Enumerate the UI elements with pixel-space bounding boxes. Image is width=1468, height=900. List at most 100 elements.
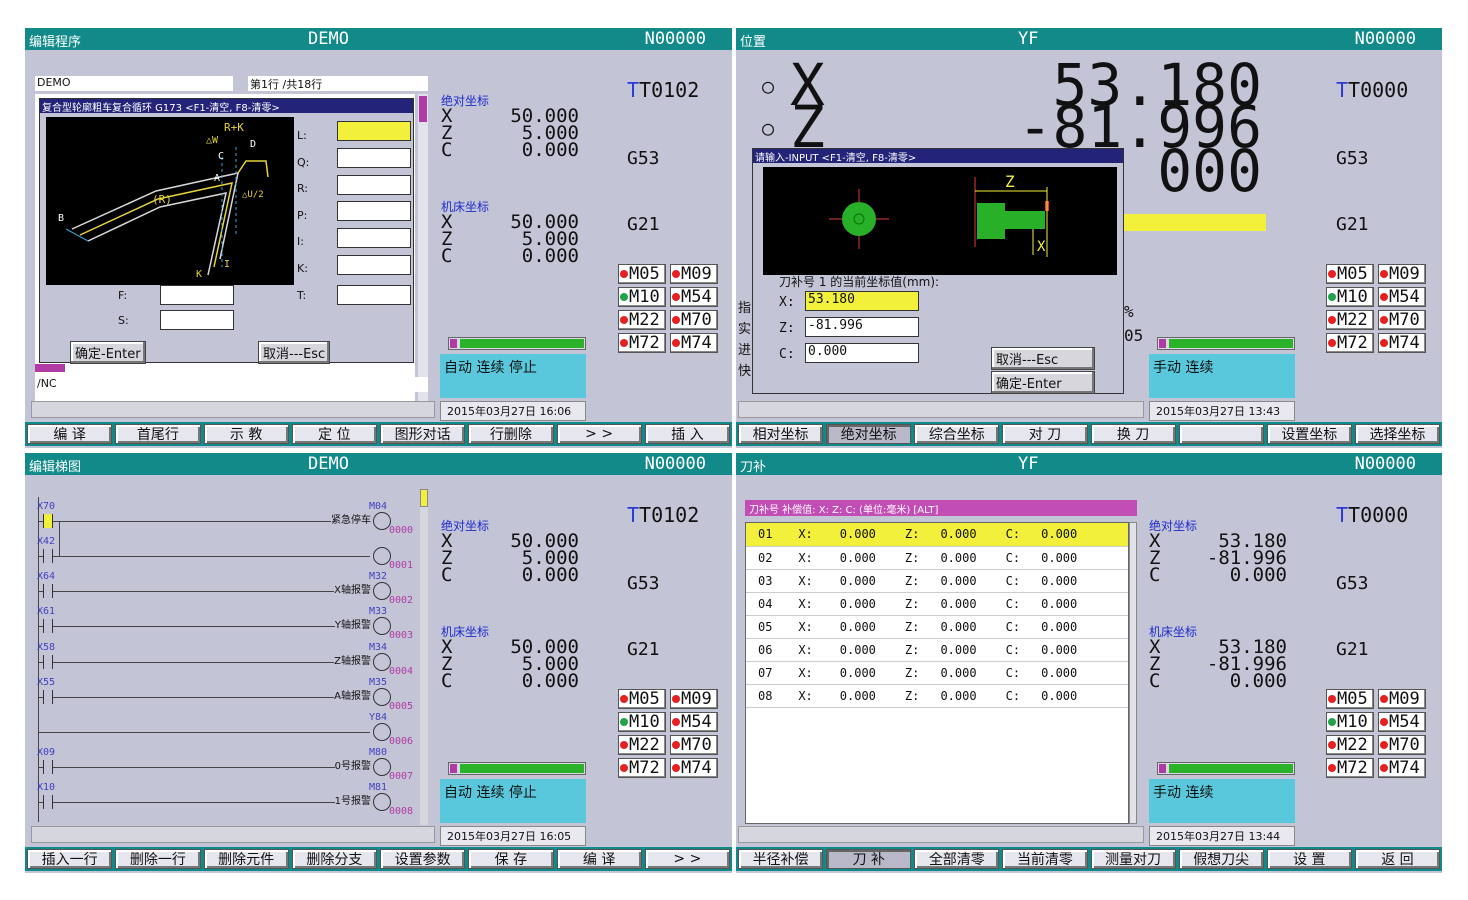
softkey-head-tail[interactable]: 首尾行 [115,424,201,444]
ladder-rung[interactable]: Y84 0006 [35,712,431,747]
table-cell: 0.000 [1041,642,1078,657]
softkey-delete-line[interactable]: 行删除 [468,424,554,444]
g-code-1: G53 [627,573,660,594]
m-code: M72 [618,333,666,353]
table-scrollbar[interactable] [1129,522,1137,824]
ladder-area[interactable]: X70 M04 紧急停车 0000 X42 0001 X64 M32 X轴报警 0002 X61 M3… [35,489,431,825]
speed-input[interactable] [160,310,234,330]
feed-input[interactable] [160,285,234,305]
softkey-teach[interactable]: 示 教 [203,424,289,444]
table-row[interactable]: 08 X: 0.000 Z: 0.000 C: 0.000 [746,684,1128,707]
screen-title: 位置 [740,35,767,50]
editor-hscroll[interactable] [35,364,65,372]
feed-label: F: [118,289,128,302]
softkey-tool-change[interactable]: 换 刀 [1090,424,1176,444]
softkey-locate[interactable]: 定 位 [291,424,377,444]
softkey-insert-row[interactable]: 插入一行 [27,849,113,869]
cancel-button[interactable]: 取消---Esc [991,347,1095,370]
param-i-input[interactable] [337,228,411,248]
dialog-title: 复合型轮廓粗车复合循环 G173 <F1-清空, F8-清零> [40,99,413,114]
param-k-input[interactable] [337,255,411,275]
softkey-return[interactable]: 返 回 [1354,849,1440,869]
softkey-tool-offset[interactable]: 刀 补 [826,849,912,869]
ladder-rung[interactable]: X42 0001 [35,536,431,571]
param-q-input[interactable] [337,148,411,168]
rung-wire [38,662,370,663]
editor-scrollbar[interactable] [418,94,428,402]
table-cell: C: [1005,642,1021,657]
x-offset-input[interactable]: 53.180 [805,291,919,311]
z-offset-input[interactable]: -81.996 [805,317,919,337]
softkey-delete-branch[interactable]: 删除分支 [291,849,377,869]
param-r-input[interactable] [337,175,411,195]
softkey-empty[interactable] [1178,424,1264,444]
file-name-field[interactable]: DEMO [35,76,233,91]
softkey-next[interactable]: > > [644,849,730,869]
ladder-rung[interactable]: X61 M33 Y轴报警 0003 [35,606,431,641]
feed-override-bar [1122,214,1266,231]
softkey-combined-coords[interactable]: 综合坐标 [914,424,1000,444]
param-l-input[interactable] [337,121,411,141]
softkey-next[interactable]: > > [556,424,642,444]
softkey-radius-comp[interactable]: 半径补偿 [738,849,824,869]
ladder-rung[interactable]: X70 M04 紧急停车 0000 [35,501,431,536]
softkey-set-params[interactable]: 设置参数 [380,849,466,869]
fig-label-u: △U/2 [242,190,264,200]
softkey-clear-all[interactable]: 全部清零 [914,849,1000,869]
softkey-relative-coords[interactable]: 相对坐标 [738,424,824,444]
table-cell: 0.000 [1041,596,1078,611]
ladder-rung[interactable]: X10 M81 1号报警 0008 [35,782,431,817]
softkey-save[interactable]: 保 存 [468,849,554,869]
softkey-select-coords[interactable]: 选择坐标 [1354,424,1440,444]
c-offset-input[interactable]: 0.000 [805,343,919,363]
softkey-compile[interactable]: 编 译 [27,424,113,444]
table-row[interactable]: 02 X: 0.000 Z: 0.000 C: 0.000 [746,546,1128,569]
rung-number: 0002 [389,595,414,606]
softkey-measure-tool[interactable]: 测量对刀 [1090,849,1176,869]
softkey-graphic-dialog[interactable]: 图形对话 [380,424,466,444]
table-row[interactable]: 06 X: 0.000 Z: 0.000 C: 0.000 [746,638,1128,661]
softkey-absolute-coords[interactable]: 绝对坐标 [826,424,912,444]
param-label: P: [297,208,308,222]
table-row[interactable]: 07 X: 0.000 Z: 0.000 C: 0.000 [746,661,1128,684]
contact-address: X09 [37,747,56,758]
m-code: M72 [1326,758,1374,778]
ladder-rung[interactable]: X09 M80 0号报警 0007 [35,747,431,782]
progress-bar [1157,337,1295,350]
table-row[interactable]: 03 X: 0.000 Z: 0.000 C: 0.000 [746,569,1128,592]
softkey-compile[interactable]: 编 译 [556,849,642,869]
coil-comment: Z轴报警 [334,652,371,667]
ladder-rung[interactable]: X55 M35 A轴报警 0005 [35,677,431,712]
m-code: M54 [1378,712,1426,732]
param-t-input[interactable] [337,285,411,305]
block-number: N00000 [1354,29,1416,49]
softkey-virtual-tip[interactable]: 假想刀尖 [1178,849,1264,869]
panel-ladder-edit: 编辑梯图 DEMO N00000 X70 M04 紧急停车 0000 X42 0001 X6… [25,453,732,873]
softkey-insert[interactable]: 插 入 [644,424,730,444]
table-row[interactable]: 04 X: 0.000 Z: 0.000 C: 0.000 [746,592,1128,615]
ok-button[interactable]: 确定-Enter [70,341,146,364]
table-cell: 06 [758,642,773,657]
ladder-scrollbar[interactable] [420,489,428,825]
coil-address: M33 [369,606,388,617]
cancel-button[interactable]: 取消---Esc [258,341,331,364]
param-p-input[interactable] [337,201,411,221]
mach-axis-letters: XZC [441,636,453,692]
rung-number: 0004 [389,666,414,677]
softkey-set-coords[interactable]: 设置坐标 [1266,424,1352,444]
softkey-delete-row[interactable]: 删除一行 [115,849,201,869]
table-row[interactable]: 05 X: 0.000 Z: 0.000 C: 0.000 [746,615,1128,638]
softkey-clear-current[interactable]: 当前清零 [1002,849,1088,869]
table-row[interactable]: 01 X: 0.000 Z: 0.000 C: 0.000 [746,523,1128,546]
g-code-1: G53 [1336,148,1369,169]
ladder-rung[interactable]: X58 M34 Z轴报警 0004 [35,642,431,677]
softkey-delete-element[interactable]: 删除元件 [203,849,289,869]
fig-x-label: X [1037,239,1046,255]
table-cell: X: [798,573,813,588]
ladder-rung[interactable]: X64 M32 X轴报警 0002 [35,571,431,606]
softkey-settings[interactable]: 设 置 [1266,849,1352,869]
softkey-bar: 编 译 首尾行 示 教 定 位 图形对话 行删除 > > 插 入 [25,422,732,446]
contact-address: X64 [37,571,56,582]
softkey-tool-setting[interactable]: 对 刀 [1002,424,1088,444]
ok-button[interactable]: 确定-Enter [991,371,1095,394]
